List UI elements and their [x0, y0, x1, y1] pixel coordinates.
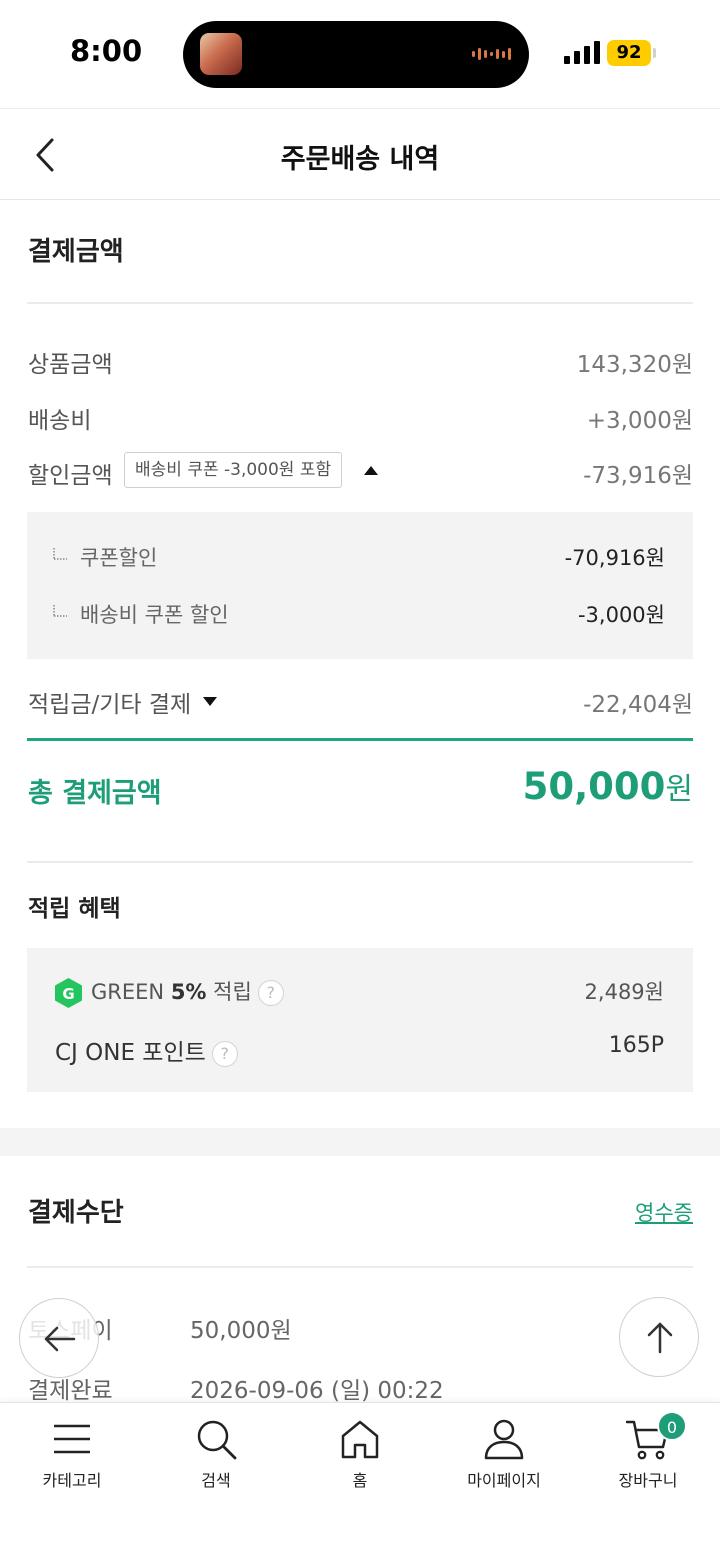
menu-icon [54, 1424, 90, 1454]
signal-icon [564, 40, 600, 64]
green-reward-value: 2,489원 [584, 980, 664, 1004]
points-payment-value: -22,404원 [583, 692, 693, 718]
home-icon [341, 1420, 379, 1459]
tree-branch-icon [53, 605, 67, 617]
shipping-coupon-discount-label: 배송비 쿠폰 할인 [80, 603, 229, 627]
payment-amount-title: 결제금액 [28, 237, 124, 267]
product-amount-value: 143,320원 [576, 352, 693, 378]
total-payment-value: 50,000원 [523, 764, 693, 808]
svg-text:G: G [62, 985, 74, 1003]
payment-method-title: 결제수단 [28, 1198, 124, 1228]
discount-detail-row: 배송비 쿠폰 할인 -3,000원 [53, 593, 665, 633]
total-amount-unit: 원 [665, 772, 693, 807]
status-bar: 8:00 92 [0, 0, 720, 108]
discount-detail-row: 쿠폰할인 -70,916원 [53, 536, 665, 576]
home-indicator-area [0, 1500, 720, 1560]
shipping-fee-label: 배송비 [28, 408, 92, 434]
divider [27, 861, 693, 863]
coupon-discount-label: 쿠폰할인 [80, 546, 158, 570]
payment-status-value: 2026-09-06 (일) 00:22 [190, 1378, 444, 1404]
divider [27, 302, 693, 304]
help-icon[interactable]: ? [211, 1041, 238, 1067]
nav-label: 검색 [201, 1471, 231, 1490]
status-time: 8:00 [70, 34, 143, 68]
total-divider [27, 738, 693, 741]
page-title: 주문배송 내역 [280, 144, 440, 175]
nav-mypage[interactable]: 마이페이지 [432, 1403, 576, 1501]
shipping-coupon-tag: 배송비 쿠폰 -3,000원 포함 [124, 452, 343, 488]
section-spacer [0, 1128, 720, 1156]
dynamic-island [183, 21, 529, 88]
nav-category[interactable]: 카테고리 [0, 1403, 144, 1501]
coupon-discount-value: -70,916원 [564, 546, 665, 570]
benefits-box: G GREEN 5% 적립? 2,489원 CJ ONE 포인트? 165P [27, 948, 693, 1092]
discount-amount-label: 할인금액 [28, 463, 113, 489]
user-icon [484, 1419, 524, 1460]
cjone-point-label: CJ ONE 포인트? [55, 1033, 238, 1067]
battery-icon: 92 [607, 40, 651, 66]
discount-amount-value: -73,916원 [583, 463, 693, 489]
points-payment-label: 적립금/기타 결제 [28, 692, 192, 718]
nav-label: 마이페이지 [467, 1471, 541, 1490]
search-icon [197, 1420, 237, 1460]
total-amount-number: 50,000 [522, 765, 666, 808]
page-header: 주문배송 내역 [0, 108, 720, 200]
nav-search[interactable]: 검색 [144, 1403, 288, 1501]
nav-label: 카테고리 [42, 1471, 102, 1490]
cjone-point-name: CJ ONE 포인트 [55, 1040, 206, 1066]
green-grade-icon: G [55, 978, 82, 1008]
green-reward-label: GREEN 5% 적립? [91, 976, 284, 1006]
nav-home[interactable]: 홈 [288, 1403, 432, 1501]
product-amount-label: 상품금액 [28, 352, 113, 378]
payment-method-value: 50,000원 [190, 1318, 292, 1344]
nav-cart[interactable]: 0 장바구니 [576, 1403, 720, 1501]
nav-label: 홈 [352, 1471, 368, 1490]
audio-wave-icon [472, 48, 511, 60]
help-icon[interactable]: ? [257, 980, 284, 1006]
receipt-link[interactable]: 영수증 [635, 1197, 693, 1227]
arrow-left-icon [44, 1326, 76, 1352]
nav-label: 장바구니 [618, 1471, 678, 1490]
cart-count-badge: 0 [657, 1411, 687, 1441]
expand-toggle-icon[interactable] [203, 697, 217, 706]
total-payment-label: 총 결제금액 [28, 778, 162, 809]
benefits-title: 적립 혜택 [28, 896, 121, 922]
arrow-up-icon [647, 1322, 673, 1354]
floating-back-button[interactable] [19, 1298, 99, 1378]
tree-branch-icon [53, 548, 67, 560]
green-grade-name: GREEN [91, 980, 165, 1004]
scroll-top-button[interactable] [619, 1297, 699, 1377]
shipping-coupon-discount-value: -3,000원 [577, 603, 665, 627]
discount-detail-box: 쿠폰할인 -70,916원 배송비 쿠폰 할인 -3,000원 [27, 512, 693, 659]
now-playing-thumbnail [200, 33, 242, 75]
battery-tip [653, 48, 656, 58]
bottom-navigation: 카테고리 검색 홈 마이페이지 0 장바구니 [0, 1402, 720, 1500]
collapse-toggle-icon[interactable] [364, 466, 378, 475]
green-reward-suffix: 적립 [213, 980, 252, 1004]
divider [27, 1266, 693, 1268]
cjone-point-value: 165P [608, 1033, 664, 1058]
green-reward-row: G GREEN 5% 적립? 2,489원 [55, 970, 664, 1010]
cjone-point-row: CJ ONE 포인트? 165P [55, 1027, 664, 1067]
green-reward-rate: 5% [170, 980, 207, 1004]
shipping-fee-value: +3,000원 [586, 408, 693, 434]
